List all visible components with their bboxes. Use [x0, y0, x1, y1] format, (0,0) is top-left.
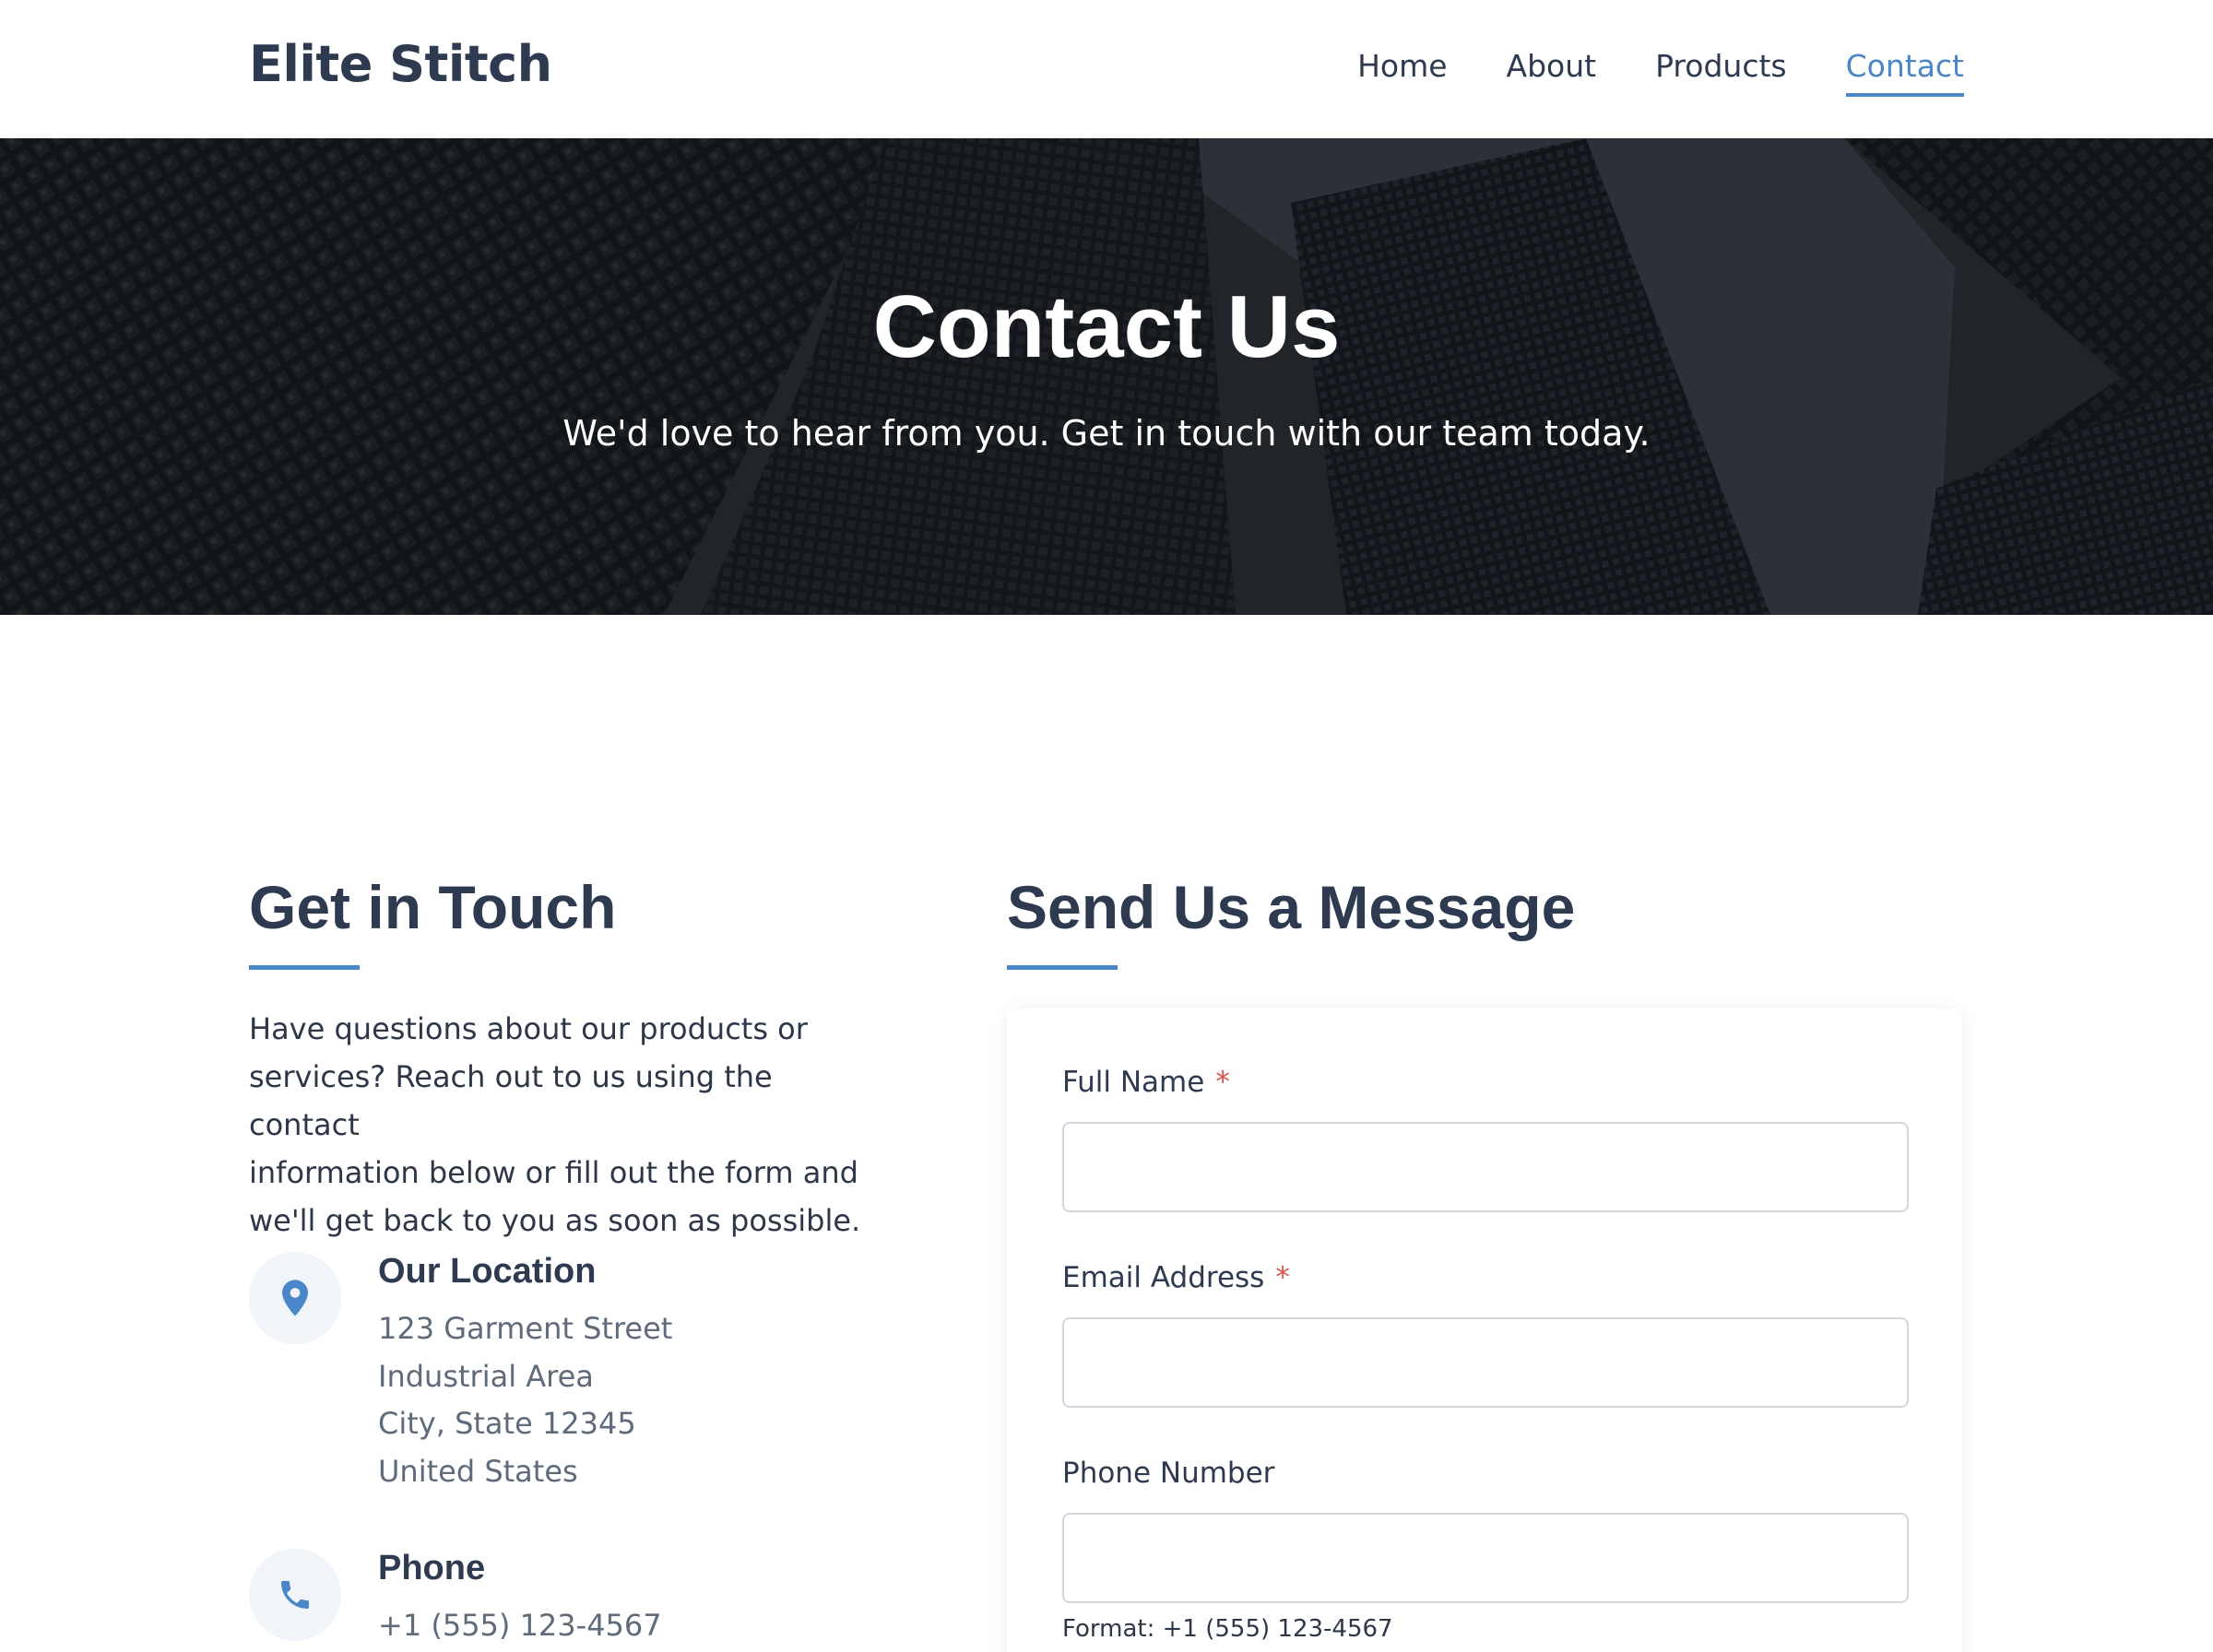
location-address: 123 Garment Street Industrial Area City,…: [378, 1305, 672, 1495]
site-header: Elite Stitch Home About Products Contact: [0, 0, 2213, 138]
required-asterisk: *: [1215, 1066, 1230, 1099]
get-in-touch-title: Get in Touch: [249, 873, 617, 941]
phone-input[interactable]: [1062, 1513, 1909, 1603]
get-in-touch-intro: Have questions about our products or ser…: [249, 1005, 876, 1245]
get-in-touch-underline: [249, 965, 360, 970]
required-asterisk: *: [1275, 1261, 1290, 1294]
nav-contact[interactable]: Contact: [1845, 48, 1965, 97]
location-pin-icon: [282, 1280, 308, 1316]
intro-line: we'll get back to you as soon as possibl…: [249, 1203, 861, 1238]
intro-line: Have questions about our products or: [249, 1011, 808, 1046]
phone-label: Phone Number: [1062, 1457, 1274, 1490]
intro-line: services? Reach out to us using the cont…: [249, 1059, 773, 1142]
phone-number[interactable]: +1 (555) 123-4567: [378, 1602, 662, 1650]
phone-icon-badge: [249, 1549, 341, 1641]
hero-subtitle: We'd love to hear from you. Get in touch…: [562, 413, 1651, 454]
send-message-title: Send Us a Message: [1007, 873, 1576, 941]
hero-title: Contact Us: [872, 277, 1341, 376]
nav-about[interactable]: About: [1507, 48, 1597, 97]
email-label-text: Email Address: [1062, 1261, 1265, 1294]
address-line: Industrial Area: [378, 1358, 594, 1394]
location-icon-badge: [249, 1252, 341, 1344]
email-label: Email Address *: [1062, 1261, 1290, 1294]
nav-home[interactable]: Home: [1357, 48, 1447, 97]
address-line: 123 Garment Street: [378, 1311, 673, 1346]
phone-label-text: Phone Number: [1062, 1457, 1275, 1490]
nav-products[interactable]: Products: [1655, 48, 1787, 97]
full-name-label: Full Name *: [1062, 1066, 1230, 1099]
location-heading: Our Location: [378, 1252, 597, 1291]
address-line: City, State 12345: [378, 1406, 636, 1441]
contact-form: Full Name * Email Address * Phone Number F…: [1007, 1009, 1962, 1652]
full-name-label-text: Full Name: [1062, 1066, 1205, 1099]
brand-logo[interactable]: Elite Stitch: [249, 35, 552, 93]
full-name-input[interactable]: [1062, 1122, 1909, 1212]
phone-icon: [281, 1581, 309, 1609]
phone-number-line[interactable]: +1 (555) 123-4567: [378, 1602, 662, 1650]
send-message-underline: [1007, 965, 1118, 970]
email-input[interactable]: [1062, 1317, 1909, 1408]
hero-banner: Contact Us We'd love to hear from you. G…: [0, 138, 2213, 615]
intro-line: information below or fill out the form a…: [249, 1155, 858, 1190]
main-nav: Home About Products Contact: [1357, 48, 1965, 97]
address-line: United States: [378, 1453, 578, 1489]
phone-heading: Phone: [378, 1549, 486, 1587]
phone-format-hint: Format: +1 (555) 123-4567: [1062, 1615, 1393, 1643]
